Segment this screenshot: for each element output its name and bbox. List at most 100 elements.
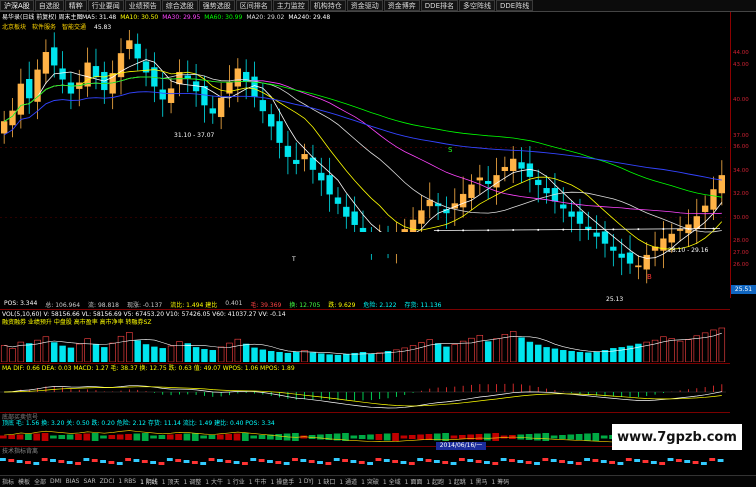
indicator-tab[interactable]: 1 操盘手 (268, 477, 296, 486)
indicator-tab[interactable]: 1 黑马 (468, 477, 490, 486)
indicator-tab[interactable]: DMI (48, 478, 64, 485)
signal-bar (417, 434, 424, 440)
indicator-bar (525, 461, 532, 464)
indicator-tab[interactable]: SAR (81, 478, 97, 485)
signal-bar (242, 433, 249, 441)
indicator-bar (100, 460, 106, 463)
signal-bar (158, 435, 166, 439)
indicator-tab[interactable]: 1 大牛 (203, 477, 225, 486)
indicator-bar (567, 461, 574, 464)
low-label: 25.13 (606, 296, 624, 303)
mid-label: 28.10 - 29.16 (668, 247, 709, 254)
indicator-tab[interactable]: 1 顶天 (160, 477, 182, 486)
indicator-tab[interactable]: 1 通道 (337, 477, 359, 486)
candle-body (92, 66, 100, 78)
candle-body (510, 158, 517, 171)
indicator-bar (575, 462, 582, 465)
signal-bar (550, 435, 558, 439)
indicator-bar (692, 461, 699, 464)
indicator-tab[interactable]: 1 面面 (403, 477, 425, 486)
nav-tab[interactable]: 综合选股 (161, 0, 198, 11)
volume-bar (351, 352, 358, 362)
total-value: 总: 106.964 (45, 302, 81, 309)
indicator-bar (58, 460, 65, 463)
candle-body (1, 121, 8, 134)
candle-body (318, 172, 325, 181)
vol-sub: 融资融券 业绩预升 中盘股 高市盈率 高市净率 转融券SZ (2, 319, 152, 326)
change-value: 现涨: -0.137 (126, 302, 163, 309)
signal-bar (33, 433, 41, 441)
indicator-tab[interactable]: 1 突破 (359, 477, 381, 486)
nav-tab[interactable]: 精粹 (64, 0, 87, 11)
signal-bar (367, 434, 374, 440)
indicator-bar (41, 458, 48, 461)
signal-bar (592, 433, 600, 441)
indicator-tab[interactable]: 1 DYJ (296, 478, 315, 485)
indicator-tab[interactable]: 1 全域 (381, 477, 403, 486)
indicator-tab[interactable]: ZDCI (98, 478, 117, 485)
indicator-tab[interactable]: 模板 (16, 477, 32, 486)
signal-bar (517, 434, 525, 440)
candle-body (518, 162, 525, 169)
indicator-tab[interactable]: 1 起跑 (424, 477, 446, 486)
nav-tab[interactable]: 资金博弈 (383, 0, 420, 11)
candle-body (184, 75, 191, 79)
nav-tab[interactable]: 业绩预告 (124, 0, 161, 11)
indicator-tab[interactable]: BIAS (64, 478, 82, 485)
indicator-tab[interactable]: 1 牛市 (247, 477, 269, 486)
w-value: 危险: 2.122 (363, 302, 397, 309)
indicator-tab[interactable]: 1 阴线 (138, 477, 160, 486)
candle-body (468, 184, 475, 198)
support-dot (637, 228, 640, 231)
indicator-bar (358, 461, 365, 464)
nav-tab[interactable]: 资金驱动 (346, 0, 383, 11)
nav-tab[interactable]: 多空阵线 (459, 0, 495, 11)
signal-bar (233, 433, 241, 441)
signal-bar (584, 433, 591, 441)
nav-tab[interactable]: 自选股 (34, 0, 64, 11)
nav-tab[interactable]: DDE排名 (420, 0, 458, 11)
candle-body (26, 79, 33, 99)
signal-bar (58, 435, 66, 439)
volume-bar (51, 342, 58, 362)
signal-bar (191, 433, 199, 441)
signal-bar (50, 435, 57, 439)
indicator-tab[interactable]: 1 行业 (225, 477, 247, 486)
indicator-tab[interactable]: 1 起跳 (446, 477, 468, 486)
candle-body (259, 100, 267, 112)
nav-tab[interactable]: 沪深A股 (0, 0, 34, 11)
nav-tab[interactable]: 机构持仓 (309, 0, 346, 11)
ma-legend-item: MA5: 31.48 (82, 14, 117, 21)
nav-tab[interactable]: 强势选股 (198, 0, 235, 11)
macd-chart[interactable] (0, 372, 730, 412)
indicator-bar (16, 460, 23, 463)
indicator-tab[interactable]: 1 调整 (182, 477, 204, 486)
support-dot (587, 228, 590, 231)
indicator-tab[interactable]: 全部 (32, 477, 48, 486)
indicator-tab[interactable]: 1 缺口 (316, 477, 338, 486)
v-value: 0.401 (225, 300, 243, 307)
indicator-bar (600, 460, 607, 463)
indicator-bar (250, 458, 257, 461)
nav-tab[interactable]: 行业要闻 (87, 0, 124, 11)
indicator-bar (300, 459, 307, 462)
candle-body (543, 188, 550, 194)
nav-tab[interactable]: 区间排名 (235, 0, 272, 11)
main-candle-chart[interactable] (0, 30, 730, 298)
volume-bar (459, 340, 467, 362)
nav-tab[interactable]: DDE阵线 (496, 0, 534, 11)
bottom-indicator[interactable] (0, 456, 730, 474)
indicator-bar (592, 459, 599, 462)
nav-tab[interactable]: 主力监控 (272, 0, 309, 11)
indicator-tab[interactable]: 指标 (0, 477, 16, 486)
ma-legend-item: MA60: 30.99 (204, 14, 243, 21)
support-dot (712, 227, 715, 230)
volume-bar (668, 338, 675, 362)
indicator-tab[interactable]: 1 筹码 (490, 477, 512, 486)
candle-body (601, 231, 609, 244)
volume-bar (409, 345, 417, 362)
indicator-tab[interactable]: 1 RBS (116, 478, 138, 485)
price-tick: 32.00 (733, 191, 749, 198)
volume-chart[interactable] (0, 326, 730, 362)
indicator-bar (25, 461, 31, 464)
